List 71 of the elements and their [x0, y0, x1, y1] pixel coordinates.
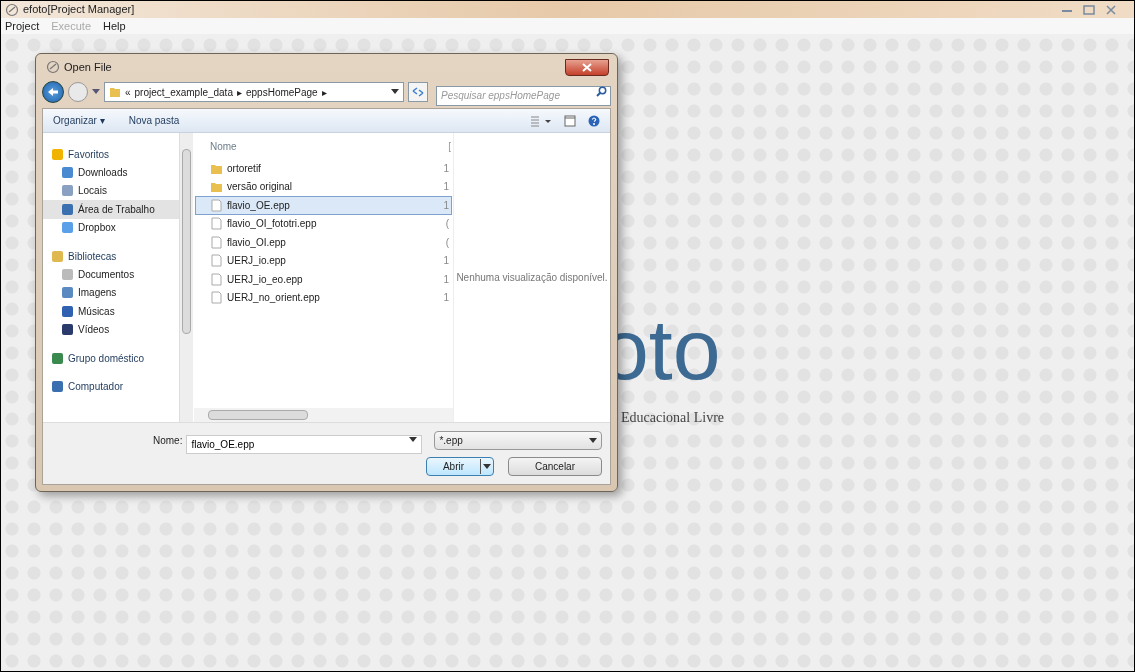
nav-group[interactable]: Bibliotecas — [51, 247, 179, 265]
file-row[interactable]: versão original 1 — [195, 177, 452, 196]
app-logo-icon — [5, 2, 19, 17]
help-icon — [588, 114, 600, 127]
file-icon — [210, 291, 223, 305]
address-field[interactable]: « project_example_data ▸ eppsHomePage ▸ — [104, 82, 404, 102]
app-logo-icon — [46, 60, 60, 74]
overflow-chevron: « — [125, 85, 131, 100]
window-title: efoto[Project Manager] — [23, 2, 135, 18]
logo-subtitle: Educacional Livre — [621, 409, 724, 427]
toolbar-button[interactable]: Organizar ▾ — [53, 113, 105, 128]
nav-item[interactable]: Imagens — [43, 283, 179, 302]
folder-icon — [109, 86, 121, 98]
breadcrumb-separator: ▸ — [321, 85, 327, 100]
close-icon — [1104, 3, 1118, 16]
scroll-thumb[interactable] — [182, 149, 191, 334]
file-row[interactable]: flavio_OI_fototri.epp ( — [195, 214, 452, 233]
nav-item[interactable]: Downloads — [43, 163, 179, 182]
dropdown-icon — [92, 89, 100, 95]
nav-group[interactable]: Grupo doméstico — [51, 349, 179, 367]
file-icon — [210, 217, 223, 231]
refresh-button[interactable] — [408, 82, 428, 102]
open-button[interactable]: Abrir — [426, 457, 494, 476]
dropdown-icon — [481, 463, 493, 470]
left-arrow-icon — [47, 87, 59, 97]
nav-item[interactable]: Documentos — [43, 265, 179, 284]
nav-item[interactable]: Área de Trabalho — [43, 200, 179, 219]
scrollbar[interactable] — [180, 133, 193, 422]
preview-message: Nenhuma visualização disponível. — [456, 271, 608, 285]
maximize-icon — [1082, 3, 1096, 16]
dialog-title: Open File — [64, 59, 112, 75]
filename-field[interactable]: flavio_OE.epp — [186, 435, 423, 454]
nav-group[interactable]: Favoritos — [51, 145, 179, 163]
breadcrumb-separator: ▸ — [236, 85, 242, 100]
toolbar-button[interactable]: Nova pasta — [128, 113, 180, 128]
menu-item[interactable]: Help — [103, 17, 126, 35]
file-row[interactable]: ortoretif 1 — [195, 159, 452, 178]
cancel-button[interactable]: Cancelar — [508, 457, 602, 476]
folder-icon — [210, 180, 223, 194]
file-row[interactable]: UERJ_no_orient.epp 1 — [195, 288, 452, 307]
dropdown-icon — [409, 437, 418, 443]
dropdown-icon — [391, 89, 399, 95]
nav-item[interactable]: Dropbox — [43, 218, 179, 237]
breadcrumb-item[interactable]: eppsHomePage — [245, 84, 318, 100]
close-button[interactable] — [565, 58, 609, 76]
dropdown-icon — [589, 437, 597, 444]
file-icon — [210, 272, 223, 286]
scroll-thumb[interactable] — [208, 410, 308, 420]
horizontal-scrollbar[interactable] — [194, 408, 453, 422]
nav-item[interactable]: Locais — [43, 181, 179, 200]
nav-item[interactable]: Músicas — [43, 302, 179, 321]
breadcrumb-item[interactable]: project_example_data — [134, 84, 233, 100]
file-type-dropdown[interactable]: *.epp — [434, 431, 602, 450]
back-button[interactable] — [42, 81, 64, 103]
file-row[interactable]: UERJ_io.epp 1 — [195, 251, 452, 270]
view-list-icon — [530, 114, 552, 127]
preview-pane-icon — [564, 114, 576, 127]
close-icon — [582, 62, 592, 72]
file-icon — [210, 254, 223, 268]
filename-label: Nome: — [153, 434, 183, 448]
column-header[interactable]: Nome — [210, 138, 237, 154]
nav-item[interactable]: Vídeos — [43, 320, 179, 339]
file-row[interactable]: flavio_OE.epp 1 — [195, 196, 452, 215]
file-row[interactable]: UERJ_io_eo.epp 1 — [195, 270, 452, 289]
nav-group[interactable]: Computador — [51, 377, 179, 395]
file-icon — [210, 198, 223, 212]
menu-item[interactable]: Project — [5, 17, 40, 35]
file-icon — [210, 235, 223, 249]
file-row[interactable]: flavio_OI.epp ( — [195, 233, 452, 252]
search-icon — [596, 86, 607, 97]
search-field[interactable]: Pesquisar eppsHomePage — [436, 85, 611, 106]
